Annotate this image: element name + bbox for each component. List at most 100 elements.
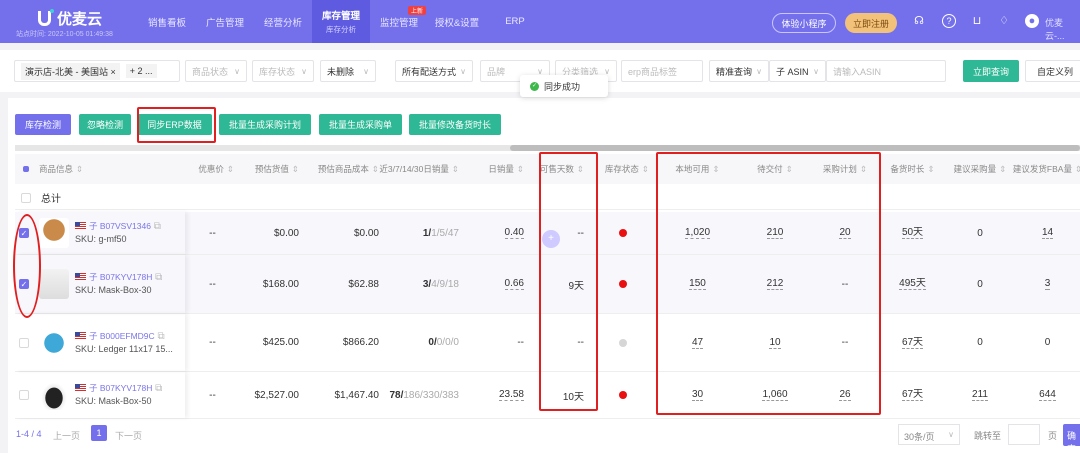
- nav-item-2[interactable]: 经营分析: [254, 0, 312, 43]
- sort-icon[interactable]: ⇕: [227, 164, 234, 175]
- column-header-3[interactable]: 预估商品成本 ⇕: [305, 154, 385, 184]
- avatar[interactable]: ●: [1025, 14, 1039, 28]
- column-header-8[interactable]: 本地可用 ⇕: [655, 154, 740, 184]
- support-icon[interactable]: ☊: [912, 14, 926, 28]
- sort-icon[interactable]: ⇕: [999, 164, 1006, 175]
- sort-icon[interactable]: ⇕: [860, 164, 867, 175]
- remove-tag-icon[interactable]: ×: [111, 67, 116, 77]
- external-link-icon[interactable]: ⧉: [155, 272, 162, 283]
- custom-columns-button[interactable]: 自定义列: [1025, 60, 1080, 82]
- action-button-3[interactable]: 批量生成采购计划: [219, 114, 311, 135]
- external-link-icon[interactable]: ⧉: [157, 331, 164, 342]
- register-button[interactable]: 立即注册: [845, 13, 897, 33]
- product-image[interactable]: [39, 269, 69, 299]
- next-page-button[interactable]: 下一页: [115, 429, 142, 442]
- action-button-2[interactable]: 同步ERP数据: [137, 114, 212, 135]
- total-checkbox[interactable]: [21, 192, 31, 203]
- column-header-13[interactable]: 建议发货FBA量 ⇕: [1013, 154, 1080, 184]
- page-size-select[interactable]: 30条/页 ∨: [898, 424, 960, 445]
- column-header-1[interactable]: 优惠价 ⇕: [185, 154, 240, 184]
- page-1-button[interactable]: 1: [91, 425, 107, 441]
- sort-icon[interactable]: ⇕: [517, 164, 524, 175]
- sort-icon[interactable]: ⇕: [786, 164, 793, 175]
- column-header-12[interactable]: 建议采购量 ⇕: [945, 154, 1015, 184]
- cell-7: [590, 372, 655, 418]
- row-checkbox[interactable]: [19, 337, 29, 348]
- external-link-icon[interactable]: ⧉: [155, 383, 162, 394]
- action-button-4[interactable]: 批量生成采购单: [319, 114, 402, 135]
- table-row[interactable]: ✓ 子 B07KYV178H ⧉ SKU: Mask-Box-30 -- $168…: [15, 255, 1080, 314]
- sort-icon[interactable]: ⇕: [76, 164, 83, 175]
- brand-logo[interactable]: 优麦云: [38, 8, 102, 29]
- row-checkbox[interactable]: ✓: [19, 228, 29, 238]
- row-checkbox[interactable]: ✓: [19, 279, 29, 289]
- action-button-0[interactable]: 库存检测: [15, 114, 71, 135]
- nav-item-1[interactable]: 广告管理: [196, 0, 254, 43]
- table-row[interactable]: ✓ 子 B07VSV1346 ⧉ SKU: g-mf50 -- $0.00 $0.0…: [15, 212, 1080, 255]
- select-all-checkbox[interactable]: [23, 166, 29, 172]
- row-checkbox[interactable]: [19, 390, 29, 400]
- nav-item-6[interactable]: ERP: [486, 0, 544, 43]
- sort-icon[interactable]: ⇕: [372, 164, 379, 175]
- erp-tag-input[interactable]: erp商品标签: [621, 60, 703, 82]
- stock-status-select[interactable]: 库存状态 ∨: [252, 60, 314, 82]
- table-row[interactable]: 子 B07KYV178H ⧉ SKU: Mask-Box-50 -- $2,527…: [15, 372, 1080, 419]
- action-button-1[interactable]: 忽略检测: [79, 114, 131, 135]
- column-header-0[interactable]: 商品信息 ⇕: [15, 154, 185, 184]
- asin-type-select[interactable]: 子 ASIN ∨: [769, 60, 826, 82]
- sort-icon[interactable]: ⇕: [927, 164, 934, 175]
- column-header-6[interactable]: 可售天数 ⇕: [530, 154, 590, 184]
- horizontal-scrollbar[interactable]: [15, 145, 1080, 151]
- table-row[interactable]: 子 B000EFMD9C ⧉ SKU: Ledger 11x17 15... -…: [15, 314, 1080, 372]
- prev-page-button[interactable]: 上一页: [53, 429, 80, 442]
- nav-item-0[interactable]: 销售看板: [138, 0, 196, 43]
- asin-link[interactable]: 子 B07KYV178H: [89, 383, 152, 393]
- asin-link[interactable]: 子 B07VSV1346: [89, 221, 151, 231]
- bell-icon[interactable]: ♢: [997, 14, 1011, 28]
- user-name[interactable]: 优麦云-...: [1045, 16, 1080, 42]
- nav-item-4[interactable]: 监控管理 上新: [370, 0, 428, 43]
- external-link-icon[interactable]: ⧉: [154, 221, 161, 232]
- sort-icon[interactable]: ⇕: [292, 164, 299, 175]
- jump-page-input[interactable]: [1008, 424, 1040, 445]
- column-header-10[interactable]: 采购计划 ⇕: [810, 154, 880, 184]
- sort-icon[interactable]: ⇕: [712, 164, 719, 175]
- sort-icon[interactable]: ⇕: [642, 164, 649, 175]
- cell-10: --: [841, 278, 849, 290]
- nav-item-3[interactable]: 库存管理 库存分析: [312, 0, 370, 43]
- match-select[interactable]: 精准查询 ∨: [709, 60, 769, 82]
- nav-item-5[interactable]: 授权&设置: [428, 0, 486, 43]
- column-header-11[interactable]: 备货时长 ⇕: [880, 154, 945, 184]
- query-button[interactable]: 立即查询: [963, 60, 1019, 82]
- add-float-button[interactable]: +: [542, 230, 560, 248]
- nav-item-label: ERP: [505, 16, 525, 27]
- shipping-select[interactable]: 所有配送方式 ∨: [395, 60, 473, 82]
- asin-link[interactable]: 子 B000EFMD9C: [89, 331, 155, 341]
- product-image[interactable]: [39, 327, 69, 358]
- pagination: 1-4 / 4 上一页 1 下一页 30条/页 ∨ 跳转至 页 确定: [8, 421, 1080, 449]
- column-header-9[interactable]: 待交付 ⇕: [740, 154, 810, 184]
- action-button-5[interactable]: 批量修改备货时长: [409, 114, 501, 135]
- cart-icon[interactable]: ⊔: [970, 14, 984, 28]
- nav-item-label: 授权&设置: [434, 17, 480, 29]
- sort-icon[interactable]: ⇕: [577, 164, 584, 175]
- column-header-4[interactable]: 近3/7/14/30日销量 ⇕: [379, 154, 465, 184]
- nav-item-sub[interactable]: 库存分析: [326, 24, 356, 35]
- column-header-7[interactable]: 库存状态 ⇕: [590, 154, 655, 184]
- help-icon[interactable]: ?: [942, 14, 956, 28]
- asin-link[interactable]: 子 B07KYV178H: [89, 272, 152, 282]
- us-flag-icon: [75, 331, 86, 339]
- jump-confirm-button[interactable]: 确定: [1063, 424, 1080, 446]
- shop-select[interactable]: 演示店-北美 - 美国站 × + 2 ...: [14, 60, 180, 82]
- mini-program-button[interactable]: 体验小程序: [772, 13, 836, 33]
- column-header-2[interactable]: 预估货值 ⇕: [240, 154, 305, 184]
- product-image[interactable]: [39, 218, 69, 248]
- sort-icon[interactable]: ⇕: [1075, 164, 1080, 175]
- scrollbar-thumb[interactable]: [510, 145, 1080, 151]
- product-status-select[interactable]: 商品状态 ∨: [185, 60, 247, 82]
- sort-icon[interactable]: ⇕: [452, 164, 459, 175]
- deleted-select[interactable]: 未删除 ∨: [320, 60, 376, 82]
- product-image[interactable]: [39, 380, 69, 410]
- asin-input[interactable]: 请输入ASIN: [826, 60, 946, 82]
- column-header-5[interactable]: 日销量 ⇕: [465, 154, 530, 184]
